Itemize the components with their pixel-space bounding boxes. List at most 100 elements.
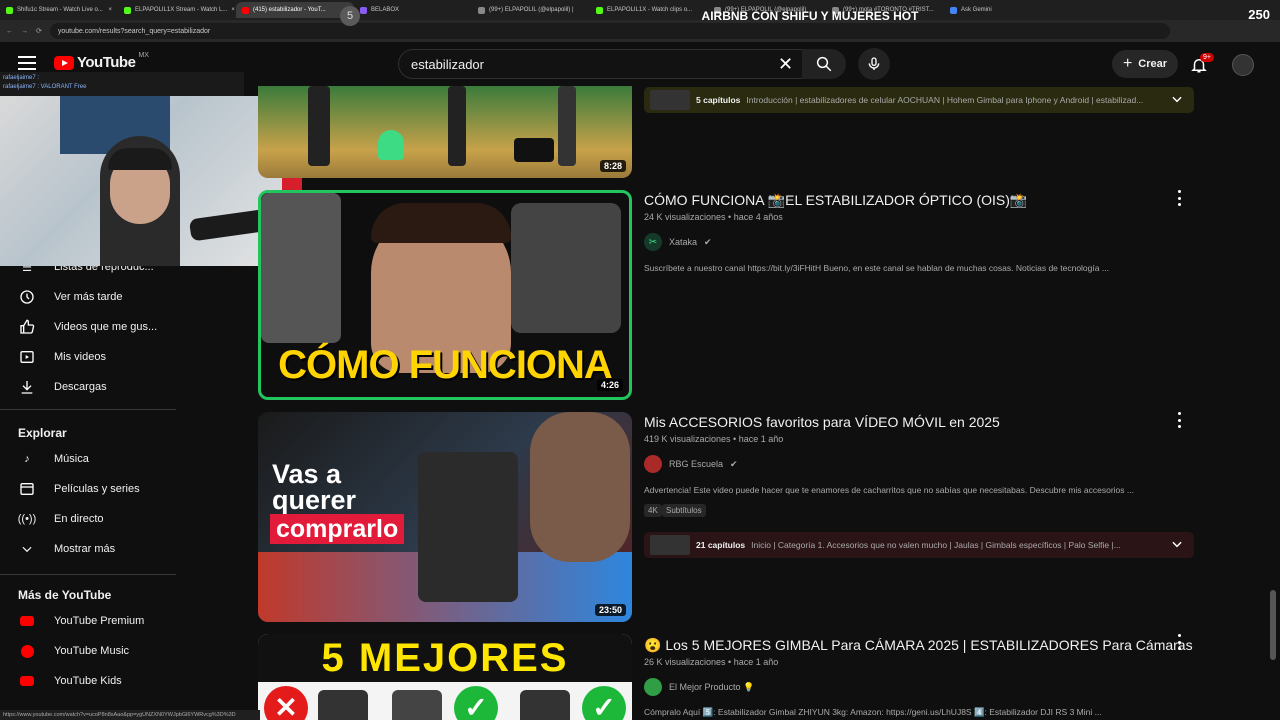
youtube-kids-icon — [18, 672, 36, 690]
explore-heading: Explorar — [18, 426, 67, 440]
tab-favicon-icon — [124, 6, 131, 14]
back-icon[interactable]: ← — [6, 28, 13, 35]
scrollbar-thumb[interactable] — [1270, 590, 1276, 660]
video-meta: 419 K visualizaciones • hace 1 año — [644, 434, 784, 444]
verified-icon: ✔ — [730, 458, 738, 469]
youtube-favicon-icon — [242, 6, 249, 14]
plus-icon: + — [1122, 55, 1133, 72]
chapter-thumbnail — [650, 535, 690, 555]
chapter-thumbnail — [650, 90, 690, 110]
search-input[interactable]: estabilizador — [398, 49, 806, 79]
channel-avatar — [644, 455, 662, 473]
search-button[interactable] — [802, 49, 846, 79]
chevron-down-icon[interactable] — [1170, 537, 1184, 551]
channel-link[interactable]: RBG Escuela ✔ — [644, 455, 738, 473]
reload-icon[interactable]: ⟳ — [36, 27, 42, 35]
video-thumbnail[interactable]: Vas a querer comprarlo 23:50 — [258, 412, 632, 622]
notification-badge: 9+ — [1200, 53, 1214, 62]
channel-link[interactable]: El Mejor Producto 💡 — [644, 678, 754, 696]
youtube-play-icon — [54, 55, 74, 70]
sidebar-item-show-more[interactable]: Mostrar más — [0, 534, 176, 564]
video-duration: 8:28 — [599, 160, 626, 172]
sidebar-item-liked-videos[interactable]: Videos que me gus... — [0, 312, 176, 342]
sidebar-divider — [0, 409, 176, 410]
sidebar-item-downloads[interactable]: Descargas — [0, 372, 176, 402]
video-thumbnail[interactable]: 5 MEJORES ✕ ✓ ✓ — [258, 634, 632, 720]
sidebar-item-live[interactable]: ((•)) En directo — [0, 504, 176, 534]
thumbnail-text: 5 MEJORES — [321, 636, 569, 680]
check-icon: ✓ — [582, 686, 626, 720]
clear-search-icon[interactable]: ✕ — [778, 55, 793, 73]
android-icon — [378, 130, 404, 160]
link-status-bar: https://www.youtube.com/watch?v=ucoP8n8s… — [0, 710, 260, 720]
music-icon: ♪ — [24, 453, 30, 465]
video-title[interactable]: CÓMO FUNCIONA 📸EL ESTABILIZADOR ÓPTICO (… — [644, 192, 1027, 209]
sidebar-item-premium[interactable]: YouTube Premium — [0, 606, 176, 636]
viewer-count: 250 — [1248, 7, 1270, 22]
sidebar-divider — [0, 574, 176, 575]
badge-subtitles: Subtítulos — [662, 504, 706, 517]
avatar[interactable] — [1232, 54, 1254, 76]
video-title[interactable]: 😮 Los 5 MEJORES GIMBAL Para CÁMARA 2025 … — [644, 637, 1193, 654]
channel-link[interactable]: ✂ Xataka ✔ — [644, 233, 712, 251]
sidebar-item-my-videos[interactable]: Mis videos — [0, 342, 176, 372]
browser-tab[interactable]: Shifu1c Stream - Watch Live o... × — [0, 2, 118, 18]
youtube-music-icon — [18, 642, 36, 660]
download-icon — [18, 378, 36, 396]
thumbnail-text: CÓMO FUNCIONA — [278, 343, 613, 387]
thumbnail-text-line: Vas a — [272, 459, 342, 489]
video-meta: 24 K visualizaciones • hace 4 años — [644, 212, 783, 222]
stream-chat: rafaeljaime7 : rafaeljaime7 : VALORANT F… — [0, 72, 244, 96]
sidebar-item-music[interactable]: ♪ Música — [0, 444, 176, 474]
badge-4k: 4K — [644, 504, 662, 517]
video-title[interactable]: Mis ACCESORIOS favoritos para VÍDEO MÓVI… — [644, 414, 1000, 430]
microphone-icon — [868, 57, 880, 70]
more-options-icon[interactable] — [1175, 634, 1183, 650]
youtube-logo[interactable]: YouTube MX — [54, 52, 149, 71]
sidebar-item-kids[interactable]: YouTube Kids — [0, 666, 176, 696]
more-youtube-heading: Más de YouTube — [18, 588, 112, 602]
check-icon: ✓ — [454, 686, 498, 720]
sidebar-item-music-app[interactable]: YouTube Music — [0, 636, 176, 666]
video-thumbnail[interactable]: 8:28 — [258, 86, 632, 178]
cross-icon: ✕ — [264, 686, 308, 720]
chevron-down-icon[interactable] — [1170, 92, 1184, 106]
forward-icon[interactable]: → — [21, 28, 28, 35]
thumbs-up-icon — [18, 318, 36, 336]
youtube-premium-icon — [18, 612, 36, 630]
video-meta: 26 K visualizaciones • hace 1 año — [644, 657, 779, 667]
chapters-bar[interactable]: 21 capítulos Inicio | Categoría 1. Acces… — [644, 532, 1194, 558]
browser-tab-active[interactable]: (415) estabilizador - YouT...× — [236, 2, 354, 18]
sidebar-item-watch-later[interactable]: Ver más tarde — [0, 282, 176, 312]
video-duration: 4:26 — [596, 379, 623, 391]
webcam-overlay — [0, 96, 302, 266]
sidebar-item-movies[interactable]: Películas y series — [0, 474, 176, 504]
browser-tab[interactable]: ELPAPOLIL1X Stream - Watch L... × — [118, 2, 236, 18]
chapters-bar[interactable]: 5 capítulos Introducción | estabilizador… — [644, 87, 1194, 113]
stream-title: AIRBNB CON SHIFU Y MUJERES HOT — [701, 9, 919, 23]
search-icon — [816, 56, 832, 72]
chevron-down-icon — [18, 540, 36, 558]
voice-search-button[interactable] — [858, 48, 890, 80]
more-options-icon[interactable] — [1175, 412, 1183, 428]
video-thumbnail[interactable]: CÓMO FUNCIONA 4:26 — [258, 190, 632, 400]
channel-avatar: ✂ — [644, 233, 662, 251]
close-tab-icon[interactable]: × — [108, 7, 112, 13]
tab-favicon-icon — [6, 6, 13, 14]
video-duration: 23:50 — [594, 604, 626, 616]
more-options-icon[interactable] — [1175, 190, 1183, 206]
live-icon: ((•)) — [17, 513, 37, 525]
play-square-icon — [18, 348, 36, 366]
video-description: Suscríbete a nuestro canal https://bit.l… — [644, 263, 1109, 273]
verified-icon: ✔ — [704, 236, 712, 247]
video-description: Advertencia! Este video puede hacer que … — [644, 485, 1134, 495]
clock-icon — [18, 288, 36, 306]
thumbnail-text-line: querer — [272, 485, 357, 515]
film-icon — [18, 480, 36, 498]
create-button[interactable]: + Crear — [1112, 50, 1178, 78]
close-tab-icon[interactable]: × — [231, 7, 235, 13]
hamburger-menu-icon[interactable] — [18, 56, 36, 70]
video-description: Cómpralo Aquí 5️⃣: Estabilizador Gimbal … — [644, 707, 1102, 717]
channel-avatar — [644, 678, 662, 696]
thumbnail-text-line: comprarlo — [270, 514, 405, 544]
